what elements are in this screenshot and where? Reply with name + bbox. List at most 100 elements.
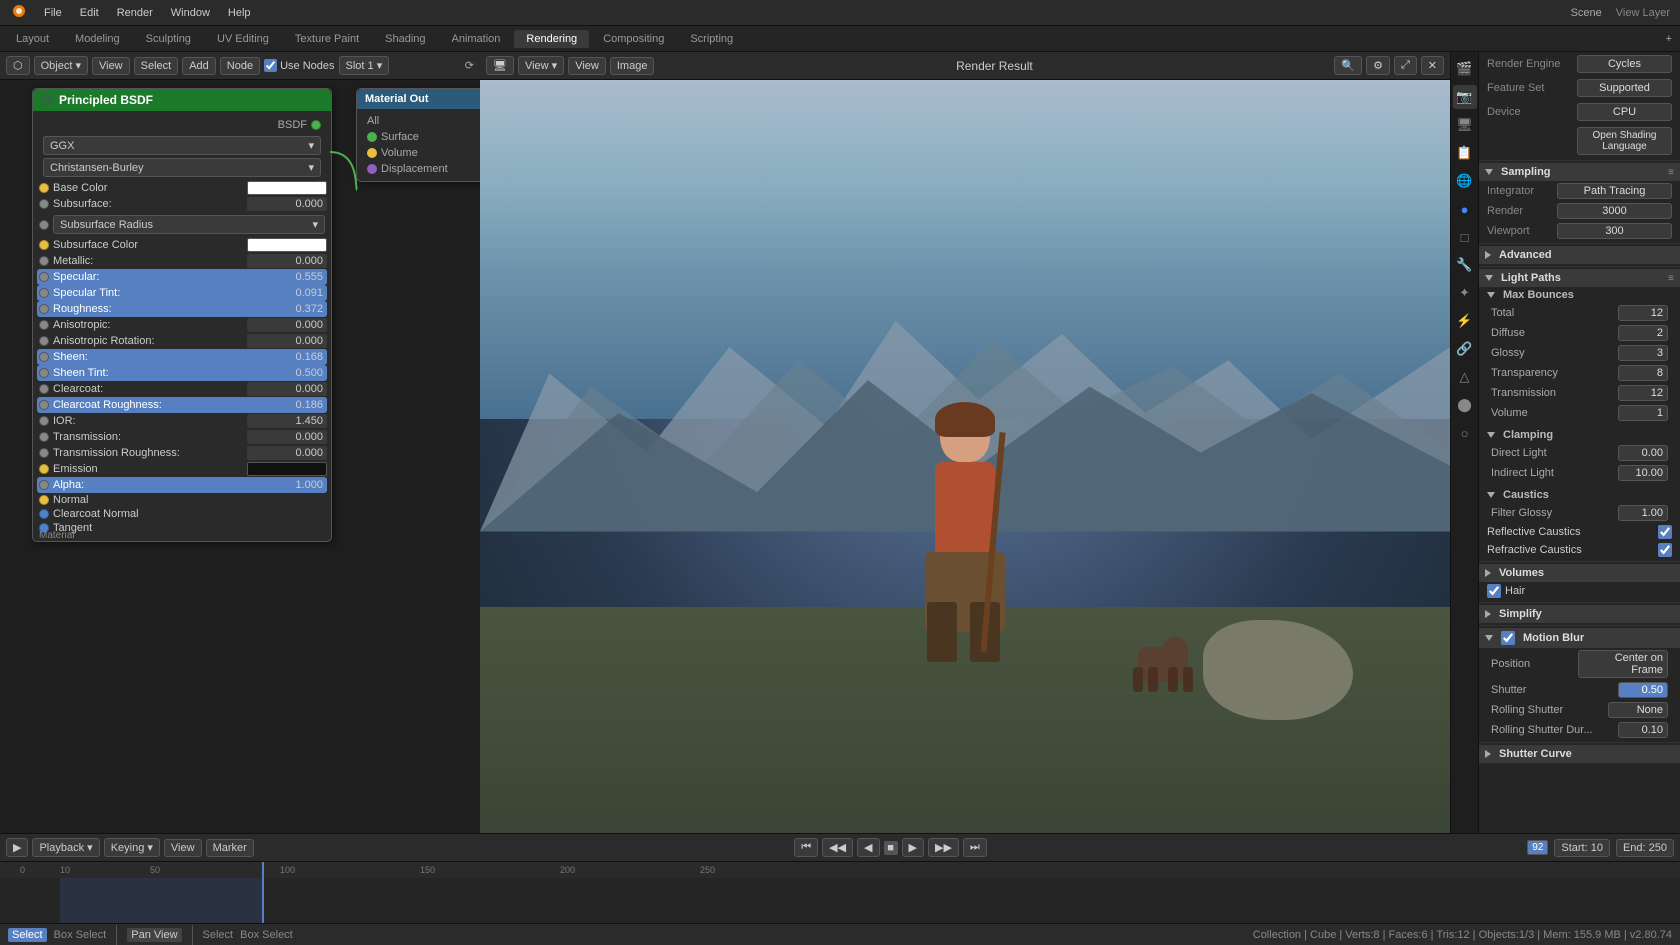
tab-texture-paint[interactable]: Texture Paint: [283, 30, 371, 48]
rolling-shutter-dur-value[interactable]: 0.10: [1618, 722, 1668, 738]
total-value[interactable]: 12: [1618, 305, 1668, 321]
node-btn[interactable]: Node: [220, 57, 260, 75]
transmission-value[interactable]: 0.000: [247, 430, 327, 444]
physics-icon[interactable]: ⚡: [1453, 309, 1477, 333]
scene-props-icon[interactable]: 🌐: [1453, 169, 1477, 193]
ior-socket[interactable]: [39, 416, 49, 426]
shutter-curve-header[interactable]: Shutter Curve: [1479, 745, 1680, 763]
transmission-socket[interactable]: [39, 432, 49, 442]
step-forward-btn[interactable]: ▶▶: [928, 838, 959, 857]
volumes-header[interactable]: Volumes: [1479, 564, 1680, 582]
metallic-socket[interactable]: [39, 256, 49, 266]
tab-animation[interactable]: Animation: [440, 30, 513, 48]
select-btn[interactable]: Select: [134, 57, 179, 75]
render-engine-value[interactable]: Cycles: [1577, 55, 1672, 73]
specular-tint-value[interactable]: 0.091: [247, 286, 327, 300]
use-nodes-checkbox[interactable]: [264, 59, 277, 72]
transparency-value[interactable]: 8: [1618, 365, 1668, 381]
viewport-fullscreen-btn[interactable]: ⤢: [1394, 56, 1417, 75]
subsurface-radius-dropdown[interactable]: Subsurface Radius▾: [53, 215, 325, 234]
surface-socket[interactable]: [367, 132, 377, 142]
motion-blur-checkbox[interactable]: [1501, 631, 1515, 645]
object-mode-btn[interactable]: Object ▾: [34, 56, 88, 75]
shader-icon[interactable]: ○: [1453, 421, 1477, 445]
displacement-socket[interactable]: [367, 164, 377, 174]
playback-btn[interactable]: Playback ▾: [32, 838, 99, 857]
glossy-value[interactable]: 3: [1618, 345, 1668, 361]
output-icon[interactable]: 🖥: [1453, 113, 1477, 137]
tab-scripting[interactable]: Scripting: [678, 30, 745, 48]
blender-logo-menu[interactable]: [4, 2, 34, 23]
tab-modeling[interactable]: Modeling: [63, 30, 132, 48]
specular-tint-socket[interactable]: [39, 288, 49, 298]
object-icon[interactable]: □: [1453, 225, 1477, 249]
hair-checkbox[interactable]: [1487, 584, 1501, 598]
constraints-icon[interactable]: 🔗: [1453, 337, 1477, 361]
viewport-zoom-in-btn[interactable]: 🔍: [1334, 56, 1362, 75]
device-value[interactable]: CPU: [1577, 103, 1672, 121]
scene-icon[interactable]: 🎬: [1453, 57, 1477, 81]
transmission-bounce-value[interactable]: 12: [1618, 385, 1668, 401]
clearcoat-roughness-value[interactable]: 0.186: [247, 398, 327, 412]
clearcoat-socket[interactable]: [39, 384, 49, 394]
position-value[interactable]: Center on Frame: [1578, 650, 1668, 678]
integrator-value[interactable]: Path Tracing: [1557, 183, 1672, 199]
viewport-image-btn[interactable]: Image: [610, 57, 655, 75]
view-btn[interactable]: View: [92, 57, 130, 75]
volume-value[interactable]: 1: [1618, 405, 1668, 421]
subsurface-color-field[interactable]: [247, 238, 327, 252]
status-select-label[interactable]: Select: [203, 929, 234, 941]
end-frame-btn[interactable]: End: 250: [1616, 839, 1674, 857]
motion-blur-header[interactable]: Motion Blur: [1479, 628, 1680, 648]
bsdf-output-socket[interactable]: [311, 120, 321, 130]
open-shading-value[interactable]: Open Shading Language: [1577, 127, 1672, 155]
viewport-settings-btn[interactable]: ⚙: [1366, 56, 1390, 75]
viewport-type-btn[interactable]: 🖥: [486, 56, 514, 75]
data-icon[interactable]: △: [1453, 365, 1477, 389]
jump-end-btn[interactable]: ⏭: [963, 838, 987, 857]
sheen-socket[interactable]: [39, 352, 49, 362]
clearcoat-normal-socket[interactable]: [39, 509, 49, 519]
bsdf-node[interactable]: Principled BSDF BSDF GGX ▾ Christ: [32, 88, 332, 542]
normal-socket[interactable]: [39, 495, 49, 505]
anisotropic-rotation-value[interactable]: 0.000: [247, 334, 327, 348]
indirect-light-value[interactable]: 10.00: [1618, 465, 1668, 481]
rolling-shutter-value[interactable]: None: [1608, 702, 1668, 718]
timeline-marker-btn[interactable]: Marker: [206, 839, 254, 857]
transmission-roughness-value[interactable]: 0.000: [247, 446, 327, 460]
modifier-icon[interactable]: 🔧: [1453, 253, 1477, 277]
render-properties-icon[interactable]: 📷: [1453, 85, 1477, 109]
tab-shading[interactable]: Shading: [373, 30, 437, 48]
start-frame-btn[interactable]: Start: 10: [1554, 839, 1610, 857]
edit-menu[interactable]: Edit: [72, 5, 107, 21]
play-btn[interactable]: ▶: [902, 838, 924, 857]
anisotropic-rotation-socket[interactable]: [39, 336, 49, 346]
material-icon[interactable]: ⬤: [1453, 393, 1477, 417]
subsurface-method-dropdown[interactable]: Christansen-Burley ▾: [43, 158, 321, 177]
subsurface-socket[interactable]: [39, 199, 49, 209]
current-frame-indicator[interactable]: 92: [1527, 840, 1548, 855]
tab-compositing[interactable]: Compositing: [591, 30, 676, 48]
clearcoat-roughness-socket[interactable]: [39, 400, 49, 410]
emission-socket[interactable]: [39, 464, 49, 474]
render-value[interactable]: 3000: [1557, 203, 1672, 219]
sheen-tint-value[interactable]: 0.500: [247, 366, 327, 380]
direct-light-value[interactable]: 0.00: [1618, 445, 1668, 461]
editor-type-btn[interactable]: ⬡: [6, 56, 30, 75]
metallic-value[interactable]: 0.000: [247, 254, 327, 268]
render-menu[interactable]: Render: [109, 5, 161, 21]
jump-start-btn[interactable]: ⏮: [794, 838, 818, 857]
diffuse-value[interactable]: 2: [1618, 325, 1668, 341]
transmission-roughness-socket[interactable]: [39, 448, 49, 458]
simplify-header[interactable]: Simplify: [1479, 605, 1680, 623]
tab-layout[interactable]: Layout: [4, 30, 61, 48]
tab-rendering[interactable]: Rendering: [514, 30, 589, 48]
play-back-btn[interactable]: ◀: [857, 838, 879, 857]
subsurface-color-socket[interactable]: [39, 240, 49, 250]
roughness-value[interactable]: 0.372: [247, 302, 327, 316]
select-btn[interactable]: Select: [8, 928, 47, 942]
clearcoat-value[interactable]: 0.000: [247, 382, 327, 396]
box-select-btn[interactable]: Box Select: [54, 929, 107, 941]
ior-value[interactable]: 1.450: [247, 414, 327, 428]
sheen-value[interactable]: 0.168: [247, 350, 327, 364]
